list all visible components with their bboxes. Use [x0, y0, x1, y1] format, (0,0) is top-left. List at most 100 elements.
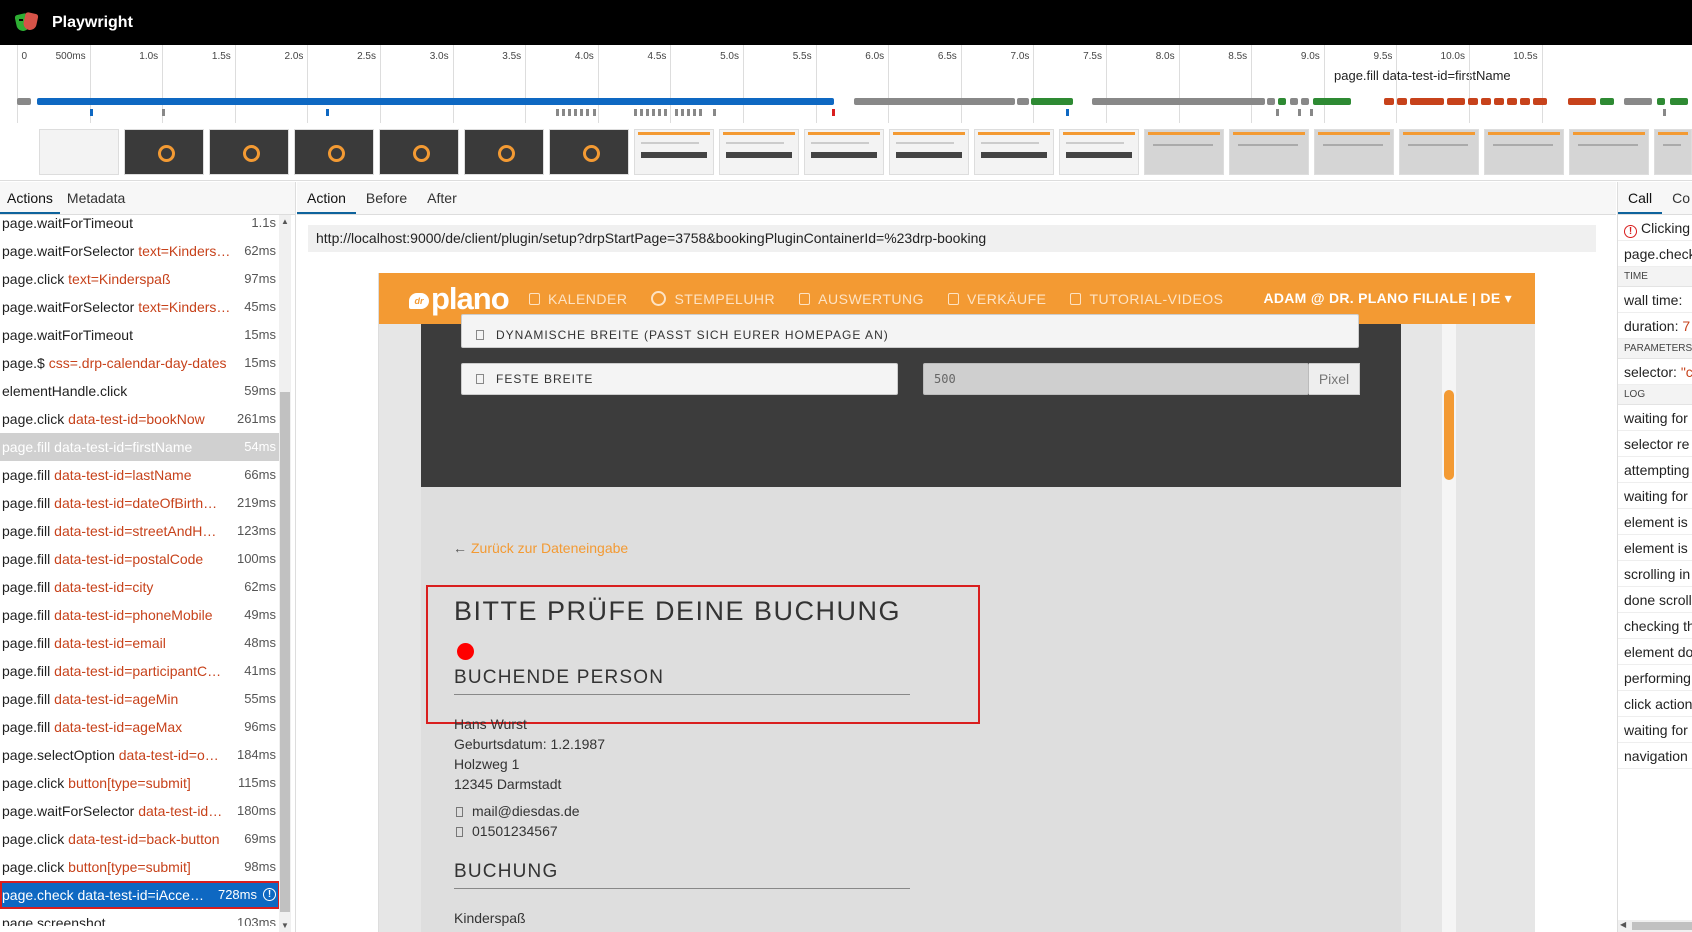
filmstrip-thumbnail[interactable]: [1654, 129, 1692, 175]
timeline-action-bar[interactable]: [1290, 98, 1298, 105]
action-item[interactable]: page.click button[type=submit] 98ms: [0, 853, 280, 881]
action-item[interactable]: page.check data-test-id=iAcce… 728ms!: [0, 881, 280, 909]
action-item[interactable]: elementHandle.click 59ms: [0, 377, 280, 405]
back-link[interactable]: ← Zurück zur Dateneingabe: [453, 540, 628, 556]
nav-auswertung[interactable]: AUSWERTUNG: [799, 291, 924, 307]
filmstrip-thumbnail[interactable]: [294, 129, 374, 175]
action-item[interactable]: page.$ css=.drp-calendar-day-dates 15ms: [0, 349, 280, 377]
tab-after[interactable]: After: [417, 182, 467, 214]
timeline-action-bar[interactable]: [1017, 98, 1029, 105]
user-menu[interactable]: ADAM @ DR. PLANO FILIALE | DE ▾: [1263, 290, 1512, 307]
action-item[interactable]: page.selectOption data-test-id=o… 184ms: [0, 741, 280, 769]
tab-co[interactable]: Co: [1662, 182, 1692, 214]
action-item[interactable]: page.fill data-test-id=streetAndH… 123ms: [0, 517, 280, 545]
action-item[interactable]: page.fill data-test-id=phoneMobile 49ms: [0, 601, 280, 629]
timeline-action-bar[interactable]: [1600, 98, 1614, 105]
timeline[interactable]: page.fill data-test-id=firstName 0 500ms 1…: [0, 45, 1692, 181]
filmstrip-thumbnail[interactable]: [124, 129, 204, 175]
scroll-down-icon[interactable]: ▼: [281, 921, 289, 930]
filmstrip-thumbnail[interactable]: [549, 129, 629, 175]
scroll-thumb[interactable]: [1444, 390, 1454, 480]
action-item[interactable]: page.click text=Kinderspaß 97ms: [0, 265, 280, 293]
filmstrip-thumbnail[interactable]: [1144, 129, 1224, 175]
filmstrip-thumbnail[interactable]: [1399, 129, 1479, 175]
action-item[interactable]: page.waitForTimeout 15ms: [0, 321, 280, 349]
action-item[interactable]: page.fill data-test-id=email 48ms: [0, 629, 280, 657]
action-item[interactable]: page.waitForSelector text=Kinders… 45ms: [0, 293, 280, 321]
tab-action[interactable]: Action: [297, 182, 356, 214]
filmstrip-thumbnail[interactable]: [1229, 129, 1309, 175]
timeline-action-bar[interactable]: [1313, 98, 1351, 105]
action-item[interactable]: page.click data-test-id=back-button 69ms: [0, 825, 280, 853]
details-hscrollbar[interactable]: ◀: [1618, 920, 1692, 932]
timeline-action-bar[interactable]: [1624, 98, 1652, 105]
filmstrip-thumbnail[interactable]: [1569, 129, 1649, 175]
action-item[interactable]: page.waitForSelector data-test-id… 180ms: [0, 797, 280, 825]
timeline-action-bar[interactable]: [1520, 98, 1530, 105]
action-item[interactable]: page.waitForSelector text=Kinders… 62ms: [0, 237, 280, 265]
action-item[interactable]: page.fill data-test-id=participantC… 41ms: [0, 657, 280, 685]
filmstrip-thumbnail[interactable]: [209, 129, 289, 175]
filmstrip-thumbnail[interactable]: [719, 129, 799, 175]
filmstrip-thumbnail[interactable]: [634, 129, 714, 175]
timeline-action-bar[interactable]: [1267, 98, 1275, 105]
action-item[interactable]: page.click data-test-id=bookNow 261ms: [0, 405, 280, 433]
timeline-action-bar[interactable]: [1410, 98, 1444, 105]
plano-logo[interactable]: dr plano: [409, 281, 510, 316]
action-item[interactable]: page.fill data-test-id=dateOfBirth… 219ms: [0, 489, 280, 517]
nav-stempeluhr[interactable]: STEMPELUHR: [651, 291, 775, 307]
action-item[interactable]: page.fill data-test-id=firstName 54ms: [0, 433, 280, 461]
tab-call[interactable]: Call: [1618, 182, 1663, 214]
option-dynamic-width[interactable]: DYNAMISCHE BREITE (PASST SICH EURER HOME…: [461, 314, 1359, 348]
timeline-action-bar[interactable]: [17, 98, 31, 105]
option-fixed-width[interactable]: FESTE BREITE: [461, 363, 898, 395]
action-item[interactable]: page.fill data-test-id=ageMax 96ms: [0, 713, 280, 741]
timeline-action-bar[interactable]: [1301, 98, 1309, 105]
tab-before[interactable]: Before: [356, 182, 417, 214]
filmstrip-thumbnail[interactable]: [889, 129, 969, 175]
timeline-action-bar[interactable]: [37, 98, 834, 105]
timeline-action-bar[interactable]: [1494, 98, 1504, 105]
actions-list[interactable]: page.waitForTimeout 1.1s page.waitForSelec…: [0, 209, 280, 926]
timeline-action-bar[interactable]: [1468, 98, 1478, 105]
nav-verk-ufe[interactable]: VERKÄUFE: [948, 291, 1046, 307]
timeline-action-bar[interactable]: [1397, 98, 1407, 105]
action-item[interactable]: page.screenshot 103ms: [0, 909, 280, 926]
snapshot-scrollbar[interactable]: [1442, 324, 1456, 932]
timeline-action-bar[interactable]: [1533, 98, 1547, 105]
timeline-action-bar[interactable]: [1384, 98, 1394, 105]
action-item[interactable]: page.fill data-test-id=lastName 66ms: [0, 461, 280, 489]
timeline-action-bar[interactable]: [1447, 98, 1465, 105]
scroll-thumb[interactable]: [1632, 922, 1692, 930]
scroll-left-icon[interactable]: ◀: [1620, 920, 1626, 929]
scroll-up-icon[interactable]: ▲: [281, 217, 289, 226]
filmstrip-thumbnail[interactable]: [804, 129, 884, 175]
nav-kalender[interactable]: KALENDER: [529, 291, 627, 307]
filmstrip-thumbnail[interactable]: [1314, 129, 1394, 175]
action-item[interactable]: page.fill data-test-id=postalCode 100ms: [0, 545, 280, 573]
action-item[interactable]: page.click button[type=submit] 115ms: [0, 769, 280, 797]
filmstrip-thumbnail[interactable]: [464, 129, 544, 175]
timeline-action-bar[interactable]: [1657, 98, 1665, 105]
filmstrip-thumbnail[interactable]: [974, 129, 1054, 175]
action-item[interactable]: page.fill data-test-id=city 62ms: [0, 573, 280, 601]
filmstrip-thumbnail[interactable]: [39, 129, 119, 175]
nav-tutorial-videos[interactable]: TUTORIAL-VIDEOS: [1070, 291, 1223, 307]
filmstrip-thumbnail[interactable]: [379, 129, 459, 175]
timeline-action-bar[interactable]: [1507, 98, 1517, 105]
timeline-action-bar[interactable]: [1481, 98, 1491, 105]
error-info-icon[interactable]: !: [263, 888, 276, 901]
filmstrip-thumbnail[interactable]: [1484, 129, 1564, 175]
timeline-action-bar[interactable]: [1092, 98, 1265, 105]
timeline-action-bar[interactable]: [1568, 98, 1596, 105]
timeline-action-bar[interactable]: [854, 98, 1015, 105]
action-item[interactable]: page.waitForTimeout 1.1s: [0, 209, 280, 237]
timeline-action-bar[interactable]: [1670, 98, 1688, 105]
action-item[interactable]: page.fill data-test-id=ageMin 55ms: [0, 685, 280, 713]
width-input[interactable]: 500: [923, 363, 1309, 395]
timeline-action-bar[interactable]: [1031, 98, 1073, 105]
filmstrip-thumbnail[interactable]: [1059, 129, 1139, 175]
actions-scrollbar[interactable]: ▲ ▼: [279, 215, 291, 932]
timeline-action-bar[interactable]: [1278, 98, 1286, 105]
scroll-thumb[interactable]: [280, 392, 290, 912]
